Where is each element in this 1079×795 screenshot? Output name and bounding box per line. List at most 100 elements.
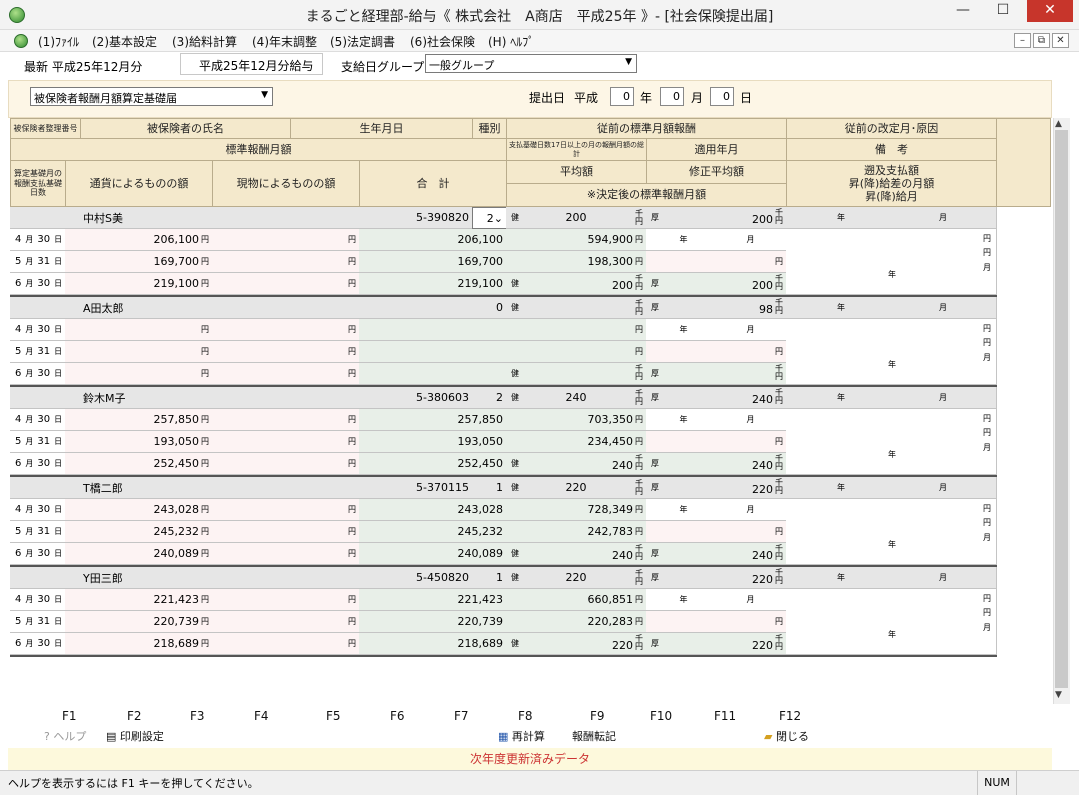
submit-day-input[interactable]: 0 xyxy=(710,87,734,106)
date-unit-label: 年 xyxy=(679,505,688,514)
menu-item-7[interactable]: (H) ﾍﾙﾌﾟ xyxy=(488,33,534,50)
memo-block[interactable]: 円円月年 xyxy=(786,589,997,655)
day-part: 5 xyxy=(15,616,22,627)
day-part: 月 xyxy=(25,527,34,536)
day-part: 日 xyxy=(54,505,63,514)
f12-close-button[interactable]: ▰ 閉じる xyxy=(764,728,809,744)
f1-help-button[interactable]: ? ヘルプ xyxy=(44,728,86,744)
day-part: 日 xyxy=(54,595,63,604)
day-part: 日 xyxy=(54,369,63,378)
fkey-f2[interactable]: F2 xyxy=(127,709,142,723)
modified-average[interactable]: 円 xyxy=(646,431,787,453)
birth-date: 5-450820 xyxy=(290,567,473,589)
in-kind-amount[interactable]: 円 xyxy=(212,229,360,251)
kind-select[interactable]: 2 ⌄ xyxy=(472,207,507,229)
f2-print-button[interactable]: ▤ 印刷設定 xyxy=(106,728,164,744)
modified-average[interactable]: 円 xyxy=(646,521,787,543)
mdi-close-button[interactable]: ✕ xyxy=(1052,33,1069,48)
health-label: 健 xyxy=(511,303,519,312)
cell-value: 5-390820 xyxy=(416,211,469,224)
in-kind-amount[interactable]: 円 xyxy=(212,319,360,341)
minimize-button[interactable]: — xyxy=(946,0,980,22)
currency-amount[interactable]: 220,739 円 xyxy=(65,611,213,633)
day-part: 5 xyxy=(15,526,22,537)
decided-pension: 厚千 円 xyxy=(646,363,787,385)
fkey-f7[interactable]: F7 xyxy=(454,709,469,723)
currency-amount[interactable]: 218,689 円 xyxy=(65,633,213,655)
fkey-f9[interactable]: F9 xyxy=(590,709,605,723)
currency-amount[interactable]: 252,450 円 xyxy=(65,453,213,475)
scroll-up-icon[interactable]: ▲ xyxy=(1055,119,1062,129)
currency-amount[interactable]: 245,232 円 xyxy=(65,521,213,543)
prev-pension-value: 200 xyxy=(752,213,773,226)
currency-amount[interactable]: 257,850 円 xyxy=(65,409,213,431)
pay-day-cell: 6 月 30 日 xyxy=(10,543,66,565)
currency-amount[interactable]: 169,700 円 xyxy=(65,251,213,273)
in-kind-amount[interactable]: 円 xyxy=(212,611,360,633)
currency-amount[interactable]: 219,100 円 xyxy=(65,273,213,295)
fkey-f5[interactable]: F5 xyxy=(326,709,341,723)
memo-block[interactable]: 円円月年 xyxy=(786,229,997,295)
in-kind-amount[interactable]: 円 xyxy=(212,453,360,475)
in-kind-amount[interactable]: 円 xyxy=(212,521,360,543)
fkey-f3[interactable]: F3 xyxy=(190,709,205,723)
in-kind-amount[interactable]: 円 xyxy=(212,363,360,385)
modified-average[interactable]: 円 xyxy=(646,251,787,273)
in-kind-amount[interactable]: 円 xyxy=(212,251,360,273)
menu-item-4[interactable]: (4)年末調整 xyxy=(252,33,317,50)
scroll-down-icon[interactable]: ▼ xyxy=(1055,690,1062,700)
in-kind-amount[interactable]: 円 xyxy=(212,543,360,565)
decided-pension-value: 240 xyxy=(752,549,773,562)
fkey-f4[interactable]: F4 xyxy=(254,709,269,723)
fkey-f6[interactable]: F6 xyxy=(390,709,405,723)
modified-average[interactable]: 円 xyxy=(646,611,787,633)
fkey-f12[interactable]: F12 xyxy=(779,709,801,723)
currency-amount[interactable]: 240,089 円 xyxy=(65,543,213,565)
status-help-text: ヘルプを表示するには F1 キーを押してください。 xyxy=(8,777,259,790)
currency-amount[interactable]: 円 xyxy=(65,319,213,341)
menu-item-3[interactable]: (3)給料計算 xyxy=(172,33,237,50)
payday-group-select[interactable]: 一般グループ ▼ xyxy=(425,54,637,73)
mdi-restore-button[interactable]: ⧉ xyxy=(1033,33,1050,48)
memo-block[interactable]: 円円月年 xyxy=(786,319,997,385)
currency-amount[interactable]: 円 xyxy=(65,363,213,385)
menu-item-5[interactable]: (5)法定調書 xyxy=(330,33,395,50)
form-type-select[interactable]: 被保険者報酬月額算定基礎届 ▼ xyxy=(30,87,273,106)
scrollbar-thumb[interactable] xyxy=(1055,130,1068,688)
menu-item-6[interactable]: (6)社会保険 xyxy=(410,33,475,50)
currency-amount[interactable]: 193,050 円 xyxy=(65,431,213,453)
in-kind-amount[interactable]: 円 xyxy=(212,273,360,295)
currency-amount[interactable]: 243,028 円 xyxy=(65,499,213,521)
submit-year-input[interactable]: 0 xyxy=(610,87,634,106)
f8-recalc-button[interactable]: ▦ 再計算 xyxy=(498,728,545,744)
submit-month-input[interactable]: 0 xyxy=(660,87,684,106)
update-banner: 次年度更新済みデータ xyxy=(8,748,1052,770)
menu-item-2[interactable]: (2)基本設定 xyxy=(92,33,157,50)
decided-pension-wrap: 240千 円 xyxy=(752,545,783,563)
in-kind-amount[interactable]: 円 xyxy=(212,589,360,611)
cell-value: 243,028 xyxy=(153,503,200,516)
maximize-button[interactable]: ☐ xyxy=(986,0,1020,22)
in-kind-amount[interactable]: 円 xyxy=(212,431,360,453)
fkey-f8[interactable]: F8 xyxy=(518,709,533,723)
modified-average[interactable]: 円 xyxy=(646,341,787,363)
in-kind-amount[interactable]: 円 xyxy=(212,499,360,521)
menu-item-1[interactable]: (1)ﾌｧｲﾙ xyxy=(38,33,79,50)
fkey-f11[interactable]: F11 xyxy=(714,709,736,723)
in-kind-amount[interactable]: 円 xyxy=(212,409,360,431)
fkey-f1[interactable]: F1 xyxy=(62,709,77,723)
in-kind-amount[interactable]: 円 xyxy=(212,633,360,655)
pay-day-cell: 6 月 30 日 xyxy=(10,453,66,475)
memo-block[interactable]: 円円月年 xyxy=(786,409,997,475)
currency-amount[interactable]: 円 xyxy=(65,341,213,363)
f9-transfer-button[interactable]: 報酬転記 xyxy=(572,728,616,744)
date-unit-label: 月 xyxy=(746,235,755,244)
in-kind-amount[interactable]: 円 xyxy=(212,341,360,363)
currency-amount[interactable]: 206,100 円 xyxy=(65,229,213,251)
memo-block[interactable]: 円円月年 xyxy=(786,499,997,565)
cell-value: 594,900 xyxy=(587,233,634,246)
close-button[interactable]: ✕ xyxy=(1027,0,1073,22)
fkey-f10[interactable]: F10 xyxy=(650,709,672,723)
mdi-minimize-button[interactable]: – xyxy=(1014,33,1031,48)
currency-amount[interactable]: 221,423 円 xyxy=(65,589,213,611)
